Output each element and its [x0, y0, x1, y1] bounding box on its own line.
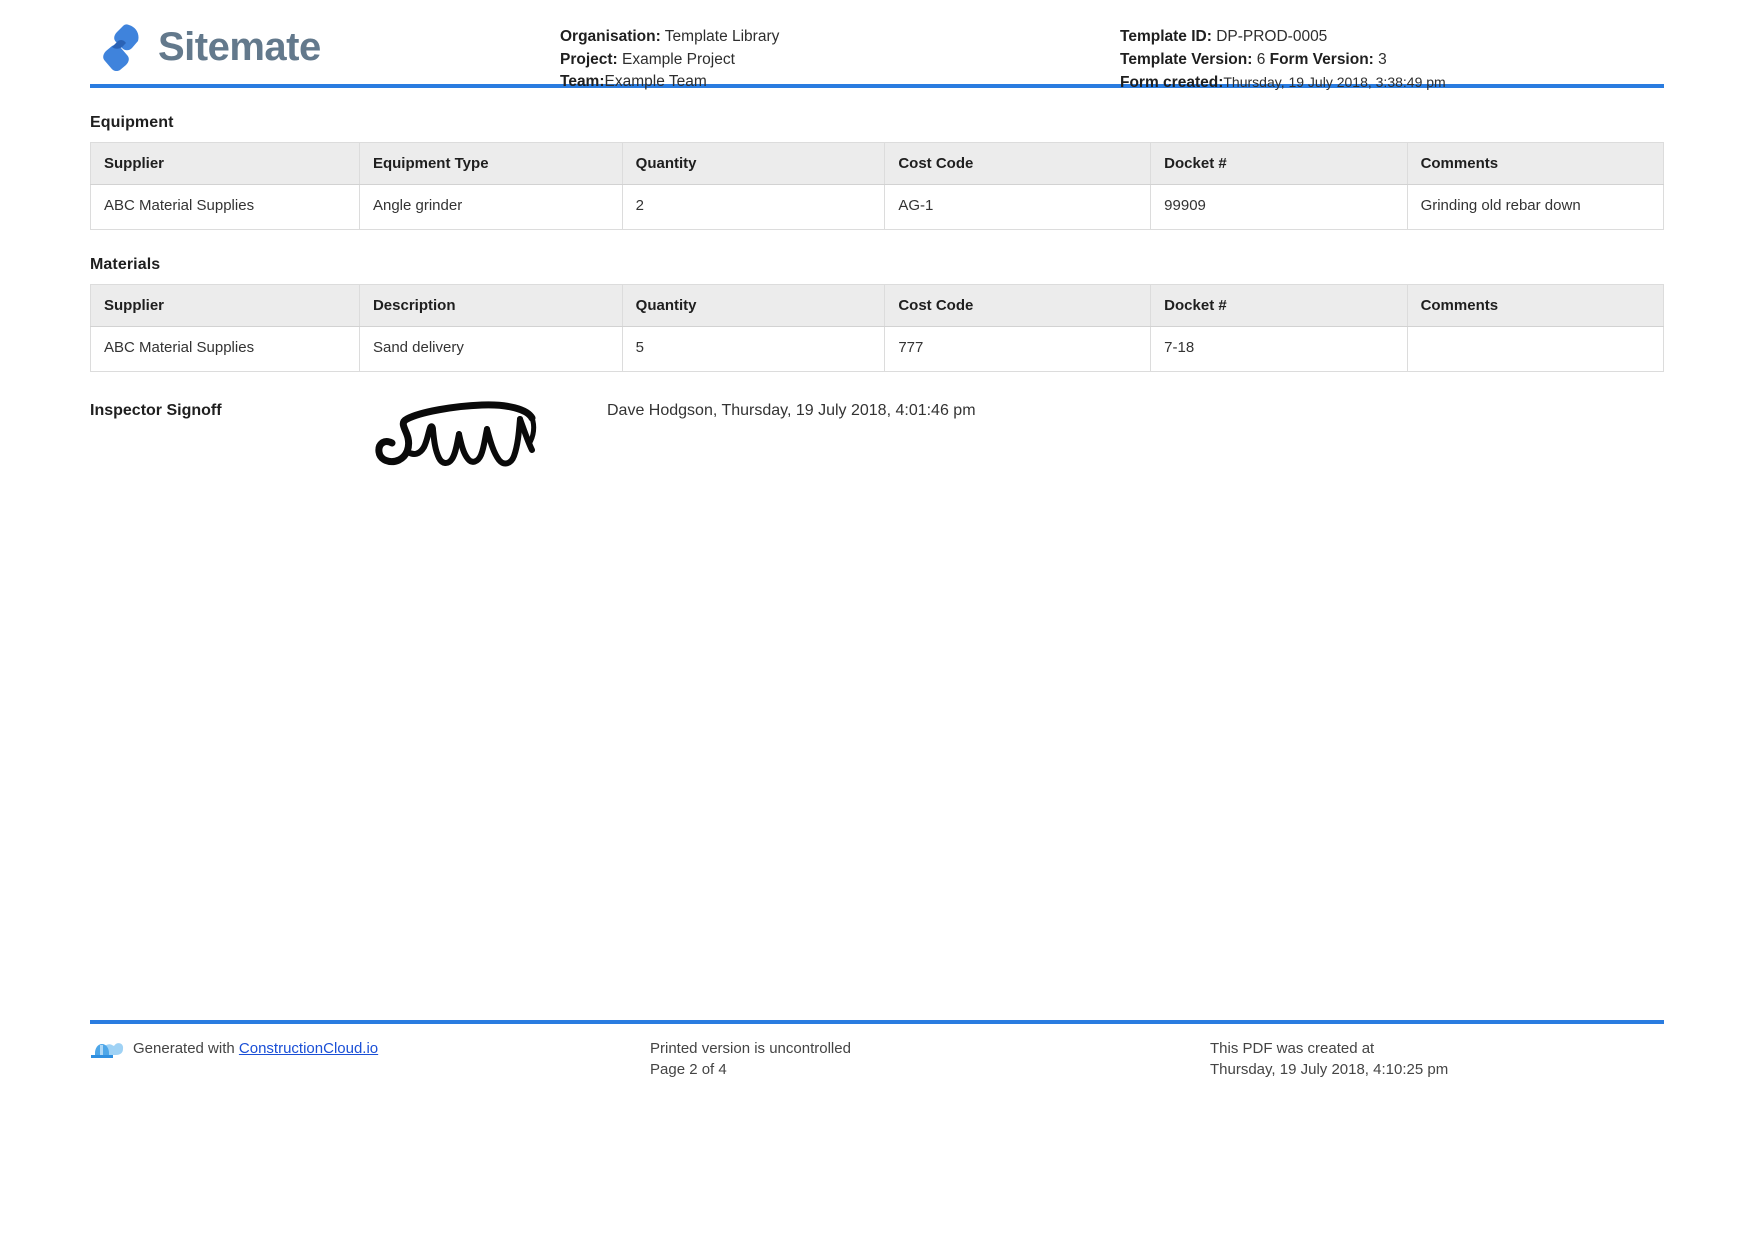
- cell-equipment-type: Angle grinder: [358, 184, 623, 230]
- form-created-label: Form created:: [1120, 74, 1224, 91]
- sitemate-logo-icon: [103, 24, 139, 72]
- cell-comments: [1406, 326, 1665, 372]
- footer-right: This PDF was created at Thursday, 19 Jul…: [1210, 1038, 1664, 1080]
- footer-generated-with-label: Generated with: [133, 1040, 235, 1057]
- footer-divider: [90, 1020, 1664, 1024]
- brand-name: Sitemate: [158, 25, 321, 69]
- table-header-row: Supplier Description Quantity Cost Code …: [90, 284, 1665, 327]
- page-number: Page 2 of 4: [650, 1061, 727, 1078]
- document-page: Sitemate Organisation: Template Library …: [0, 0, 1754, 1240]
- materials-table: Supplier Description Quantity Cost Code …: [90, 284, 1665, 372]
- header-meta-right: Template ID: DP-PROD-0005 Template Versi…: [1120, 22, 1664, 95]
- pdf-created-value: Thursday, 19 July 2018, 4:10:25 pm: [1210, 1061, 1449, 1078]
- cell-supplier: ABC Material Supplies: [90, 326, 360, 372]
- signature-box: [372, 396, 597, 476]
- header-meta-left: Organisation: Template Library Project: …: [560, 22, 1120, 94]
- template-version-label: Template Version:: [1120, 50, 1253, 68]
- footer-left: Generated with ConstructionCloud.io: [90, 1038, 650, 1080]
- cell-docket: 7-18: [1150, 326, 1408, 372]
- cell-description: Sand delivery: [358, 326, 623, 372]
- team-label: Team:: [560, 73, 605, 90]
- form-version-label: Form Version:: [1269, 50, 1374, 68]
- project-line: Project: Example Project: [560, 49, 1120, 72]
- column-header-quantity: Quantity: [621, 142, 886, 185]
- column-header-cost-code: Cost Code: [884, 142, 1152, 185]
- cell-comments: Grinding old rebar down: [1406, 184, 1665, 230]
- constructioncloud-hardhat-icon: [91, 1043, 124, 1058]
- column-header-supplier: Supplier: [90, 284, 360, 327]
- inspector-signoff-label: Inspector Signoff: [90, 402, 222, 419]
- organisation-label: Organisation:: [560, 28, 661, 45]
- form-version-value: 3: [1378, 50, 1387, 68]
- brand: Sitemate: [90, 22, 560, 72]
- handwritten-signature: [375, 401, 537, 467]
- materials-section: Materials Supplier Description Quantity …: [90, 256, 1665, 372]
- project-label: Project:: [560, 50, 618, 68]
- organisation-value: Template Library: [664, 28, 780, 45]
- table-header-row: Supplier Equipment Type Quantity Cost Co…: [90, 142, 1665, 185]
- cell-supplier: ABC Material Supplies: [90, 184, 360, 230]
- team-line: Team:Example Team: [560, 71, 1120, 94]
- team-value: Example Team: [604, 73, 707, 90]
- form-created-line: Form created:Thursday, 19 July 2018, 3:3…: [1120, 71, 1664, 95]
- column-header-comments: Comments: [1406, 142, 1665, 185]
- cell-docket: 99909: [1150, 184, 1408, 230]
- pdf-created-label: This PDF was created at: [1210, 1040, 1375, 1057]
- column-header-docket: Docket #: [1150, 284, 1408, 327]
- column-header-equipment-type: Equipment Type: [358, 142, 623, 185]
- column-header-docket: Docket #: [1150, 142, 1408, 185]
- template-version-value: 6: [1256, 50, 1266, 68]
- uncontrolled-notice: Printed version is uncontrolled: [650, 1040, 851, 1057]
- column-header-description: Description: [358, 284, 623, 327]
- constructioncloud-link[interactable]: ConstructionCloud.io: [239, 1040, 378, 1057]
- equipment-title: Equipment: [90, 114, 174, 131]
- template-id-line: Template ID: DP-PROD-0005: [1120, 26, 1664, 49]
- column-header-cost-code: Cost Code: [884, 284, 1152, 327]
- organisation-line: Organisation: Template Library: [560, 26, 1120, 49]
- equipment-section: Equipment Supplier Equipment Type Quanti…: [90, 114, 1665, 230]
- footer-middle: Printed version is uncontrolled Page 2 o…: [650, 1038, 1210, 1080]
- column-header-comments: Comments: [1406, 284, 1665, 327]
- signoff-signed-by: Dave Hodgson, Thursday, 19 July 2018, 4:…: [607, 402, 976, 419]
- project-value: Example Project: [622, 50, 735, 68]
- document-header: Sitemate Organisation: Template Library …: [90, 0, 1664, 91]
- column-header-quantity: Quantity: [621, 284, 886, 327]
- materials-title: Materials: [90, 256, 161, 273]
- form-created-value: Thursday, 19 July 2018, 3:38:49 pm: [1223, 74, 1446, 90]
- table-row: ABC Material Supplies Angle grinder 2 AG…: [90, 184, 1665, 230]
- table-row: ABC Material Supplies Sand delivery 5 77…: [90, 326, 1665, 372]
- equipment-table: Supplier Equipment Type Quantity Cost Co…: [90, 142, 1665, 230]
- cell-quantity: 5: [621, 326, 886, 372]
- version-line: Template Version: 6 Form Version: 3: [1120, 49, 1664, 72]
- column-header-supplier: Supplier: [90, 142, 360, 185]
- document-footer: Generated with ConstructionCloud.io Prin…: [90, 1020, 1664, 1080]
- template-id-value: DP-PROD-0005: [1216, 28, 1328, 45]
- template-id-label: Template ID:: [1120, 28, 1212, 45]
- cell-cost-code: 777: [884, 326, 1152, 372]
- cell-quantity: 2: [621, 184, 886, 230]
- inspector-signoff-section: Inspector Signoff Dave Hodgson, Thursday…: [90, 400, 1664, 500]
- cell-cost-code: AG-1: [884, 184, 1152, 230]
